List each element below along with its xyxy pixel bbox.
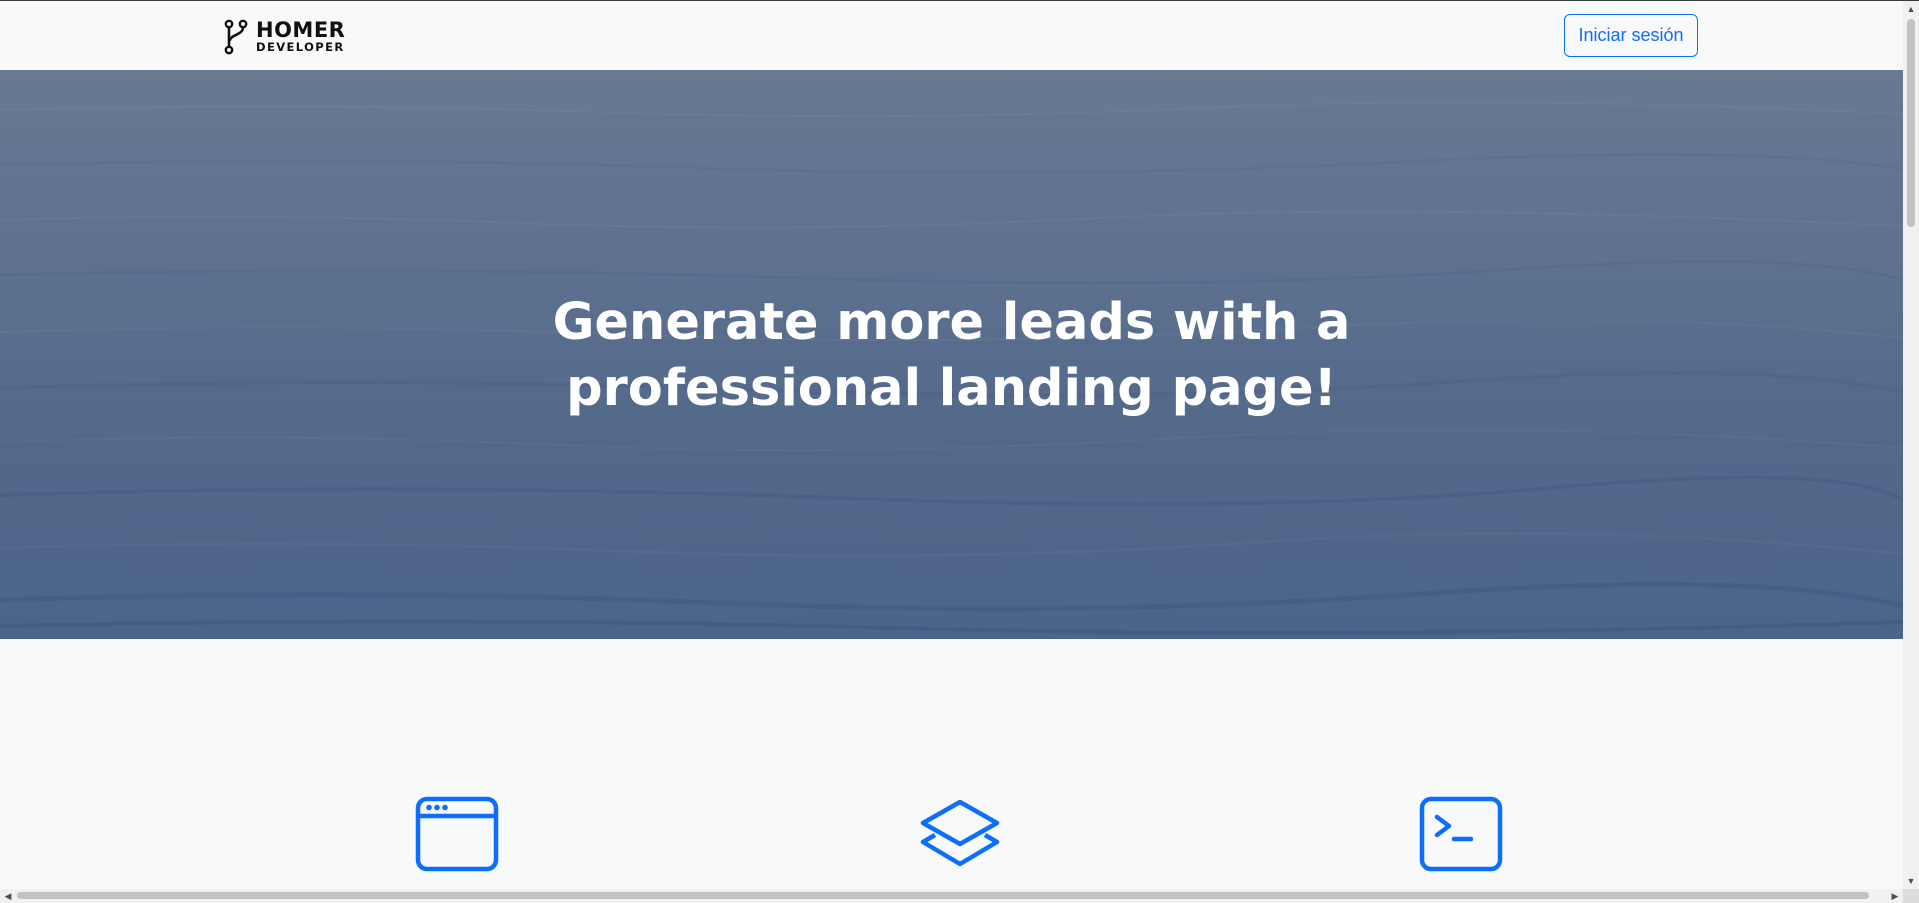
scrollbar-corner xyxy=(1903,889,1919,903)
hero-section: Generate more leads with a professional … xyxy=(0,70,1903,639)
hero-title-line1: Generate more leads with a xyxy=(552,293,1351,352)
scroll-left-arrow-icon[interactable]: ◀ xyxy=(0,889,16,903)
vertical-scrollbar[interactable]: ▲ ▼ xyxy=(1903,1,1919,889)
scroll-right-arrow-icon[interactable]: ▶ xyxy=(1887,889,1903,903)
page: HOMER DEVELOPER Iniciar sesión Generate … xyxy=(0,0,1919,903)
scroll-up-arrow-icon[interactable]: ▲ xyxy=(1903,1,1919,17)
brand-text: HOMER DEVELOPER xyxy=(256,20,345,54)
window-icon xyxy=(415,796,499,872)
horizontal-scrollbar-thumb[interactable] xyxy=(17,892,1869,899)
git-branch-icon xyxy=(224,19,248,55)
vertical-scrollbar-thumb[interactable] xyxy=(1907,19,1915,227)
layers-icon xyxy=(920,799,1000,867)
brand-name: HOMER xyxy=(256,18,346,43)
navbar: HOMER DEVELOPER Iniciar sesión xyxy=(0,1,1903,70)
brand-logo[interactable]: HOMER DEVELOPER xyxy=(222,19,345,55)
terminal-icon xyxy=(1419,796,1503,872)
hero-title-line2: professional landing page! xyxy=(566,359,1337,418)
brand-subtitle: DEVELOPER xyxy=(256,40,345,55)
login-button[interactable]: Iniciar sesión xyxy=(1564,14,1698,57)
features-section xyxy=(0,639,1903,889)
horizontal-scrollbar[interactable]: ◀ ▶ xyxy=(0,889,1903,903)
hero-title: Generate more leads with a professional … xyxy=(0,290,1903,422)
scroll-down-arrow-icon[interactable]: ▼ xyxy=(1903,873,1919,889)
